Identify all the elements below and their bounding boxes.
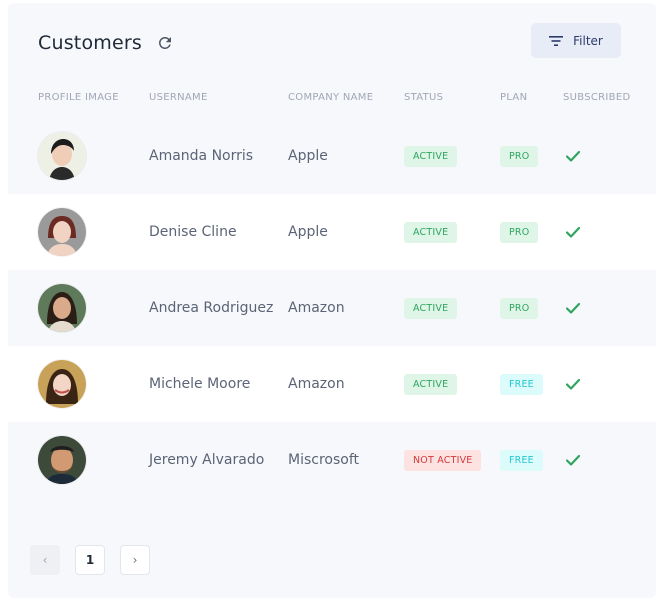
next-page-button[interactable]: › — [120, 545, 150, 575]
card-header: Customers — [38, 29, 174, 57]
cell-username: Amanda Norris — [149, 148, 254, 164]
customers-card: Customers Filter PROFILE IMAGE USERNAME … — [8, 3, 656, 598]
filter-button[interactable]: Filter — [531, 23, 621, 58]
cell-username: Andrea Rodriguez — [149, 300, 274, 316]
cell-username: Jeremy Alvarado — [149, 452, 265, 468]
table-row[interactable]: Jeremy Alvarado Miscrosoft NOT ACTIVE FR… — [8, 422, 656, 498]
status-badge: ACTIVE — [404, 297, 458, 319]
status-badge: NOT ACTIVE — [404, 449, 482, 471]
col-header-subscribed: SUBSCRIBED — [563, 92, 631, 103]
cell-company: Apple — [288, 224, 328, 240]
avatar — [38, 360, 86, 408]
avatar — [38, 436, 86, 484]
plan-badge: PRO — [500, 145, 539, 167]
check-icon — [566, 422, 580, 498]
prev-page-button[interactable]: ‹ — [30, 545, 60, 575]
avatar — [38, 132, 86, 180]
table-row[interactable]: Michele Moore Amazon ACTIVE FREE — [8, 346, 656, 422]
cell-username: Denise Cline — [149, 224, 237, 240]
page-1-button[interactable]: 1 — [75, 545, 105, 575]
check-icon — [566, 194, 580, 270]
cell-company: Miscrosoft — [288, 452, 360, 468]
status-badge: ACTIVE — [404, 221, 458, 243]
plan-badge: FREE — [500, 373, 543, 395]
col-header-profile-image: PROFILE IMAGE — [38, 92, 119, 103]
check-icon — [566, 346, 580, 422]
col-header-company-name: COMPANY NAME — [288, 92, 374, 103]
plan-badge: PRO — [500, 297, 539, 319]
cell-username: Michele Moore — [149, 376, 251, 392]
check-icon — [566, 270, 580, 346]
plan-badge: FREE — [500, 449, 543, 471]
table-row[interactable]: Amanda Norris Apple ACTIVE PRO — [8, 118, 656, 194]
plan-badge: PRO — [500, 221, 539, 243]
table-row[interactable]: Denise Cline Apple ACTIVE PRO — [8, 194, 656, 270]
col-header-status: STATUS — [404, 92, 444, 103]
table-row[interactable]: Andrea Rodriguez Amazon ACTIVE PRO — [8, 270, 656, 346]
avatar — [38, 284, 86, 332]
cell-company: Apple — [288, 148, 328, 164]
filter-label: Filter — [573, 33, 603, 48]
refresh-icon[interactable] — [156, 34, 174, 52]
col-header-plan: PLAN — [500, 92, 528, 103]
filter-lines-icon — [549, 35, 564, 47]
cell-company: Amazon — [288, 300, 345, 316]
check-icon — [566, 118, 580, 194]
page-title: Customers — [38, 32, 142, 54]
avatar — [38, 208, 86, 256]
col-header-username: USERNAME — [149, 92, 208, 103]
status-badge: ACTIVE — [404, 373, 458, 395]
status-badge: ACTIVE — [404, 145, 458, 167]
cell-company: Amazon — [288, 376, 345, 392]
